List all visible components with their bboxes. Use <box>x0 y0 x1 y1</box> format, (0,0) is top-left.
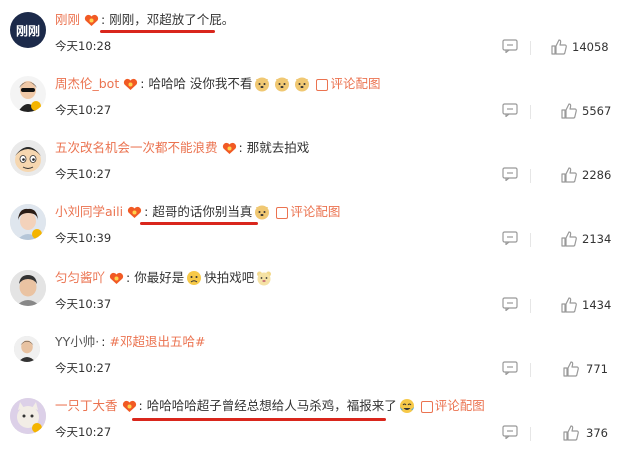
reply-icon[interactable] <box>502 167 518 181</box>
timestamp: 今天10:27 <box>55 167 112 181</box>
hashtag-link[interactable]: #邓超退出五哈# <box>109 332 205 352</box>
avatar[interactable]: 刚刚 <box>10 12 46 48</box>
crying-laughing-icon <box>399 398 415 414</box>
thumbs-up-icon[interactable] <box>562 424 580 442</box>
avatar[interactable] <box>10 398 46 434</box>
like-count: 5567 <box>582 104 612 118</box>
like-count: 14058 <box>572 40 609 54</box>
thumbs-up-icon[interactable] <box>550 38 568 56</box>
like-count: 2286 <box>582 168 612 182</box>
like-count: 1434 <box>582 298 612 312</box>
comment-row: 匀匀酱吖 : 你最好是 快拍戏吧 今天10:37 1434 <box>0 262 640 322</box>
timestamp: 今天10:28 <box>55 39 112 53</box>
image-icon <box>276 206 289 219</box>
red-underline <box>140 222 258 225</box>
comment-text: 哈哈哈 没你我不看 <box>148 76 253 91</box>
comment-text: 刚刚，邓超放了个屁。 <box>109 12 235 27</box>
like-count: 376 <box>586 426 608 440</box>
doge-icon <box>254 204 270 220</box>
red-underline <box>100 30 215 33</box>
avatar[interactable] <box>10 140 46 176</box>
comment-list: 刚刚 刚刚 : 刚刚，邓超放了个屁。 今天10:28 14058 周杰伦_bot… <box>0 0 640 454</box>
avatar[interactable] <box>10 76 46 112</box>
reply-icon[interactable] <box>502 361 518 375</box>
svg-text:刚刚: 刚刚 <box>16 24 40 38</box>
thumbs-up-icon[interactable] <box>560 166 578 184</box>
fan-badge-icon <box>222 142 237 155</box>
reply-icon[interactable] <box>502 425 518 439</box>
image-icon <box>420 400 433 413</box>
fan-badge-icon <box>109 272 124 285</box>
like-count: 2134 <box>582 232 612 246</box>
comment-image-link[interactable]: 评论配图 <box>420 396 485 416</box>
fan-badge-icon <box>84 14 99 27</box>
comment-text: 快拍戏吧 <box>204 270 255 285</box>
timestamp: 今天10:27 <box>55 425 112 439</box>
username[interactable]: 匀匀酱吖 <box>55 268 105 288</box>
comment-row: 小刘同学aili : 超哥的话你别当真 评论配图 今天10:39 2134 <box>0 196 640 256</box>
comment-row: YY小帅· : #邓超退出五哈# 今天10:27 771 <box>0 328 640 388</box>
username[interactable]: YY小帅· <box>55 332 99 352</box>
comment-image-link[interactable]: 评论配图 <box>316 74 380 94</box>
comment-row: 一只丁大香 : 哈哈哈哈超子曾经总想给人马杀鸡，福报来了 评论配图 今天10:2… <box>0 390 640 450</box>
timestamp: 今天10:37 <box>55 297 112 311</box>
reply-icon[interactable] <box>502 297 518 311</box>
timestamp: 今天10:27 <box>55 103 112 117</box>
username[interactable]: 一只丁大香 <box>55 396 118 416</box>
fan-badge-icon <box>123 78 138 91</box>
comment-row: 周杰伦_bot : 哈哈哈 没你我不看 评论配图 今天10:27 5567 <box>0 68 640 128</box>
doge-icon <box>294 76 310 92</box>
doge-icon <box>274 76 290 92</box>
comment-image-link[interactable]: 评论配图 <box>276 202 340 222</box>
fan-badge-icon <box>122 400 137 413</box>
username[interactable]: 小刘同学aili <box>55 202 123 222</box>
comment-text: 那就去拍戏 <box>246 140 310 155</box>
red-underline <box>132 418 386 421</box>
thumbs-up-icon[interactable] <box>562 360 580 378</box>
comment-text: 你最好是 <box>134 270 185 285</box>
image-icon <box>316 78 329 91</box>
avatar[interactable] <box>10 204 46 240</box>
reply-icon[interactable] <box>502 231 518 245</box>
thumbs-up-icon[interactable] <box>560 230 578 248</box>
timestamp: 今天10:27 <box>55 361 112 375</box>
sad-face-icon <box>186 270 202 286</box>
comment-row: 刚刚 刚刚 : 刚刚，邓超放了个屁。 今天10:28 14058 <box>0 4 640 64</box>
username[interactable]: 刚刚 <box>55 10 80 30</box>
avatar[interactable] <box>14 336 40 362</box>
like-count: 771 <box>586 362 608 376</box>
bear-face-icon <box>256 270 272 286</box>
reply-icon[interactable] <box>502 39 518 53</box>
timestamp: 今天10:39 <box>55 231 112 245</box>
fan-badge-icon <box>127 206 142 219</box>
thumbs-up-icon[interactable] <box>560 102 578 120</box>
comment-row: 五次改名机会一次都不能浪费 : 那就去拍戏 今天10:27 2286 <box>0 132 640 192</box>
doge-icon <box>254 76 270 92</box>
comment-text: 哈哈哈哈超子曾经总想给人马杀鸡，福报来了 <box>146 398 397 413</box>
thumbs-up-icon[interactable] <box>560 296 578 314</box>
comment-text: 超哥的话你别当真 <box>152 204 253 219</box>
avatar[interactable] <box>10 270 46 306</box>
username[interactable]: 周杰伦_bot <box>55 74 119 94</box>
reply-icon[interactable] <box>502 103 518 117</box>
username[interactable]: 五次改名机会一次都不能浪费 <box>55 138 218 158</box>
